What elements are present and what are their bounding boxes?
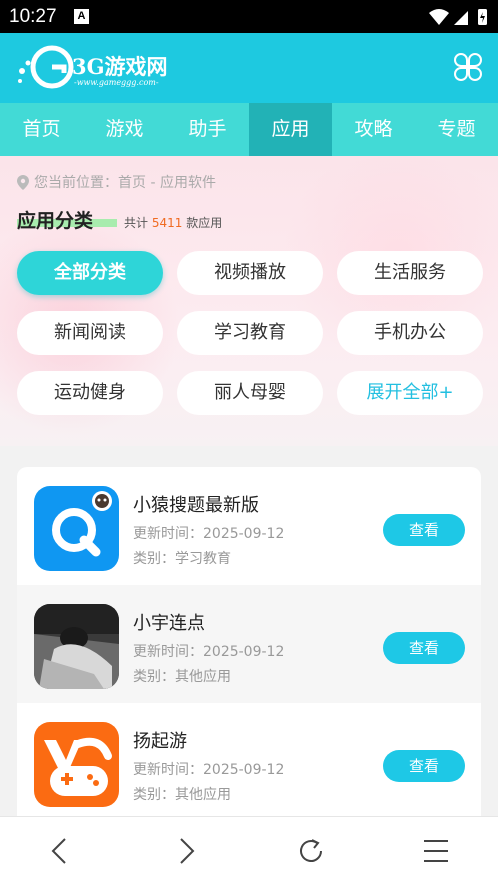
nav-item-helper[interactable]: 助手 [166,103,249,156]
nav-item-apps[interactable]: 应用 [249,103,332,156]
system-status-icons [429,9,487,25]
chip-expand-all[interactable]: 展开全部+ [337,371,483,415]
view-button[interactable]: 查看 [383,514,465,546]
location-pin-icon [17,174,29,190]
app-list: 小猿搜题最新版 更新时间：2025-09-12 类别：学习教育 查看 小宇连点 … [17,467,481,827]
gamepad-icon [34,722,119,807]
menu-icon[interactable] [420,835,452,867]
breadcrumb: 您当前位置：首页 - 应用软件 [17,172,216,192]
photo-thumbnail-icon [34,604,119,689]
category-count: 共计 5411 款应用 [124,214,222,231]
reload-icon[interactable] [295,835,327,867]
count-number: 5411 [151,216,183,230]
app-icon-yangqiyou[interactable] [34,722,119,807]
browser-bottom-bar [0,816,498,885]
count-suffix: 款应用 [186,216,223,230]
app-icon-xiaoyuan[interactable] [34,486,119,571]
main-nav: 首页 游戏 助手 应用 攻略 专题 [0,103,498,156]
logo-text: 3G游戏网 [72,54,168,79]
chip-all[interactable]: 全部分类 [17,251,163,295]
list-item[interactable]: 小宇连点 更新时间：2025-09-12 类别：其他应用 查看 [17,585,481,703]
site-header: 3G游戏网 -www.gameggg.com- [0,33,498,103]
search-q-icon [34,486,119,571]
list-item[interactable]: 小猿搜题最新版 更新时间：2025-09-12 类别：学习教育 查看 [17,467,481,585]
chip-news[interactable]: 新闻阅读 [17,311,163,355]
view-button[interactable]: 查看 [383,750,465,782]
app-update-date: 更新时间：2025-09-12 [133,526,285,542]
app-name[interactable]: 小宇连点 [133,609,205,635]
logo-subtitle: -www.gameggg.com- [74,78,159,87]
chip-beauty[interactable]: 丽人母婴 [177,371,323,415]
category-title: 应用分类 [17,210,94,232]
app-category: 类别：学习教育 [133,551,231,567]
chip-education[interactable]: 学习教育 [177,311,323,355]
app-update-date: 更新时间：2025-09-12 [133,762,285,778]
app-name[interactable]: 扬起游 [133,727,187,753]
chip-life[interactable]: 生活服务 [337,251,483,295]
breadcrumb-text: 您当前位置：首页 - 应用软件 [34,175,216,191]
nav-item-games[interactable]: 游戏 [83,103,166,156]
status-bar: 10:27 A [0,0,498,33]
view-button[interactable]: 查看 [383,632,465,664]
nav-item-topics[interactable]: 专题 [415,103,498,156]
list-item[interactable]: 扬起游 更新时间：2025-09-12 类别：其他应用 查看 [17,703,481,821]
app-category: 类别：其他应用 [133,669,231,685]
a-icon: A [74,9,89,24]
status-time: 10:27 [9,6,57,27]
category-section: 您当前位置：首页 - 应用软件 应用分类 共计 5411 款应用 全部分类 视频… [0,156,498,446]
category-heading: 应用分类 [17,206,117,233]
app-icon-xiaoyu[interactable] [34,604,119,689]
chip-office[interactable]: 手机办公 [337,311,483,355]
app-category: 类别：其他应用 [133,787,231,803]
forward-icon[interactable] [170,835,202,867]
clover-grid-icon[interactable] [454,53,482,81]
count-prefix: 共计 [124,216,149,230]
chip-video[interactable]: 视频播放 [177,251,323,295]
app-update-date: 更新时间：2025-09-12 [133,644,285,660]
app-name[interactable]: 小猿搜题最新版 [133,491,259,517]
back-icon[interactable] [44,835,76,867]
chip-fitness[interactable]: 运动健身 [17,371,163,415]
nav-item-home[interactable]: 首页 [0,103,83,156]
nav-item-guides[interactable]: 攻略 [332,103,415,156]
